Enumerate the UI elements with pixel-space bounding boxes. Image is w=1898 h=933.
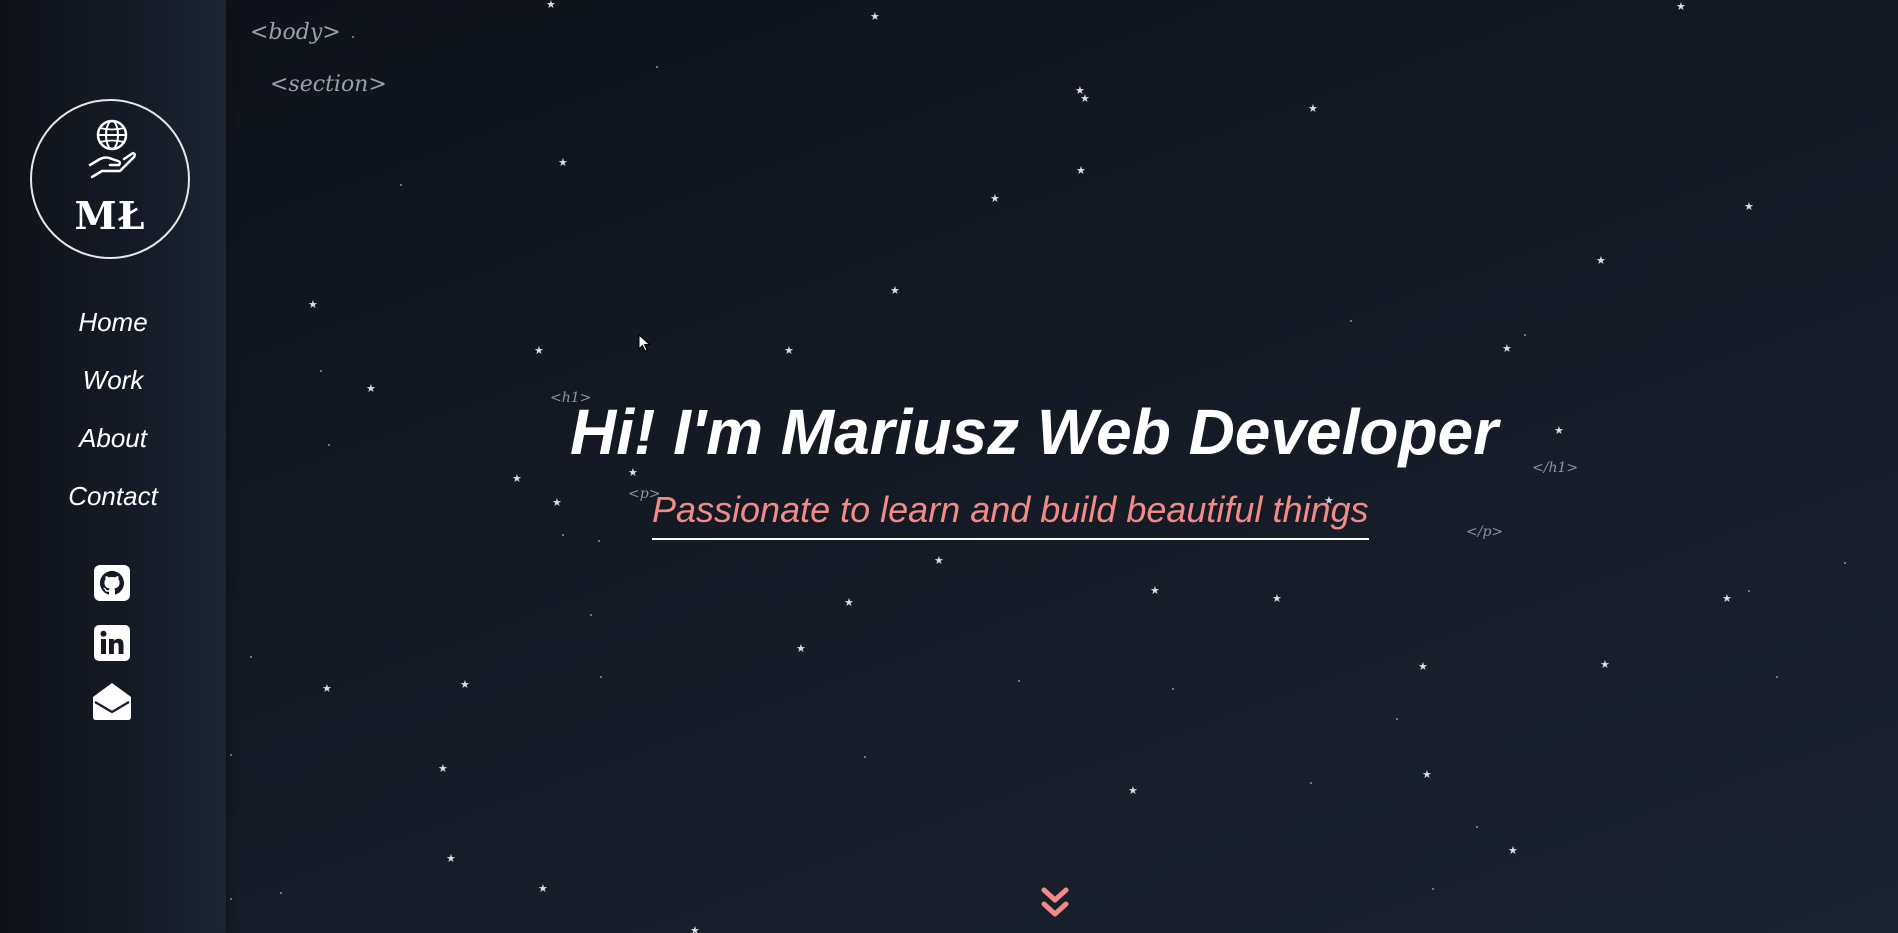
star-dot: [250, 656, 252, 658]
linkedin-icon[interactable]: [91, 622, 133, 664]
star-dot: [1524, 334, 1526, 336]
star: ★: [512, 473, 522, 485]
star: ★: [1596, 255, 1606, 267]
star-dot: [1844, 562, 1846, 564]
globe-hand-icon: [88, 119, 136, 179]
star: ★: [1150, 585, 1160, 597]
star: ★: [1600, 659, 1610, 671]
star-dot: [230, 898, 232, 900]
star-dot: [562, 534, 564, 536]
star-dot: [1748, 590, 1750, 592]
page: ★ ★ ★ ★ ★ ★ ★ ★ ★ ★ ★ ★ ★ ★ ★ ★ ★ ★ ★ ★ …: [0, 0, 1898, 933]
star: ★: [1744, 201, 1754, 213]
star: ★: [558, 157, 568, 169]
star: ★: [366, 383, 376, 395]
nav-item-work[interactable]: Work: [0, 360, 226, 418]
star: ★: [538, 883, 548, 895]
hero-subtitle: Passionate to learn and build beautiful …: [652, 486, 1369, 540]
star: ★: [308, 299, 318, 311]
star: ★: [1418, 661, 1428, 673]
star: ★: [796, 643, 806, 655]
nav-item-home[interactable]: Home: [0, 302, 226, 360]
star: ★: [1308, 103, 1318, 115]
star: ★: [1422, 769, 1432, 781]
star: ★: [890, 285, 900, 297]
star-dot: [230, 754, 232, 756]
section-tag: <section>: [270, 72, 387, 97]
star: ★: [1554, 425, 1564, 437]
star: ★: [1076, 165, 1086, 177]
hero-title: Hi! I'm Mariusz Web Developer: [570, 396, 1499, 468]
mouse-cursor-icon: [638, 334, 651, 352]
star-dot: [1476, 826, 1478, 828]
star-dot: [1350, 320, 1352, 322]
h1-close-tag: </h1>: [1532, 460, 1579, 476]
star: ★: [934, 555, 944, 567]
nav-item-about[interactable]: About: [0, 418, 226, 476]
star: ★: [552, 497, 562, 509]
star-dot: [1432, 888, 1434, 890]
star: ★: [1080, 93, 1090, 105]
mail-icon[interactable]: [91, 680, 133, 722]
star-dot: [1018, 680, 1020, 682]
star-dot: [1310, 782, 1312, 784]
star: ★: [1508, 845, 1518, 857]
star-dot: [600, 676, 602, 678]
star: ★: [546, 0, 556, 11]
logo-text: MŁ: [74, 193, 146, 238]
star-dot: [352, 36, 354, 38]
star-dot: [864, 756, 866, 758]
main-nav: Home Work About Contact: [0, 302, 226, 534]
star: ★: [1722, 593, 1732, 605]
star-dot: [320, 370, 322, 372]
star-dot: [656, 66, 658, 68]
star: ★: [446, 853, 456, 865]
body-tag: <body>: [250, 20, 341, 45]
star: ★: [534, 345, 544, 357]
star: ★: [1128, 785, 1138, 797]
star: ★: [844, 597, 854, 609]
star: ★: [990, 193, 1000, 205]
sidebar: MŁ Home Work About Contact: [0, 0, 226, 933]
star: ★: [438, 763, 448, 775]
star-dot: [280, 892, 282, 894]
p-close-tag: </p>: [1466, 524, 1504, 540]
star-dot: [1172, 688, 1174, 690]
star: ★: [870, 11, 880, 23]
star-dot: [590, 614, 592, 616]
star-dot: [400, 184, 402, 186]
star: ★: [460, 679, 470, 691]
logo[interactable]: MŁ: [30, 99, 190, 259]
star: ★: [1676, 1, 1686, 13]
star: ★: [690, 925, 700, 933]
star-dot: [1396, 718, 1398, 720]
github-icon[interactable]: [91, 562, 133, 604]
chevron-double-down-icon[interactable]: [1040, 886, 1070, 922]
star-dot: [598, 540, 600, 542]
star-dot: [328, 444, 330, 446]
star: ★: [1502, 343, 1512, 355]
star: ★: [784, 345, 794, 357]
star-dot: [1776, 676, 1778, 678]
star: ★: [1272, 593, 1282, 605]
star: ★: [322, 683, 332, 695]
nav-item-contact[interactable]: Contact: [0, 476, 226, 534]
